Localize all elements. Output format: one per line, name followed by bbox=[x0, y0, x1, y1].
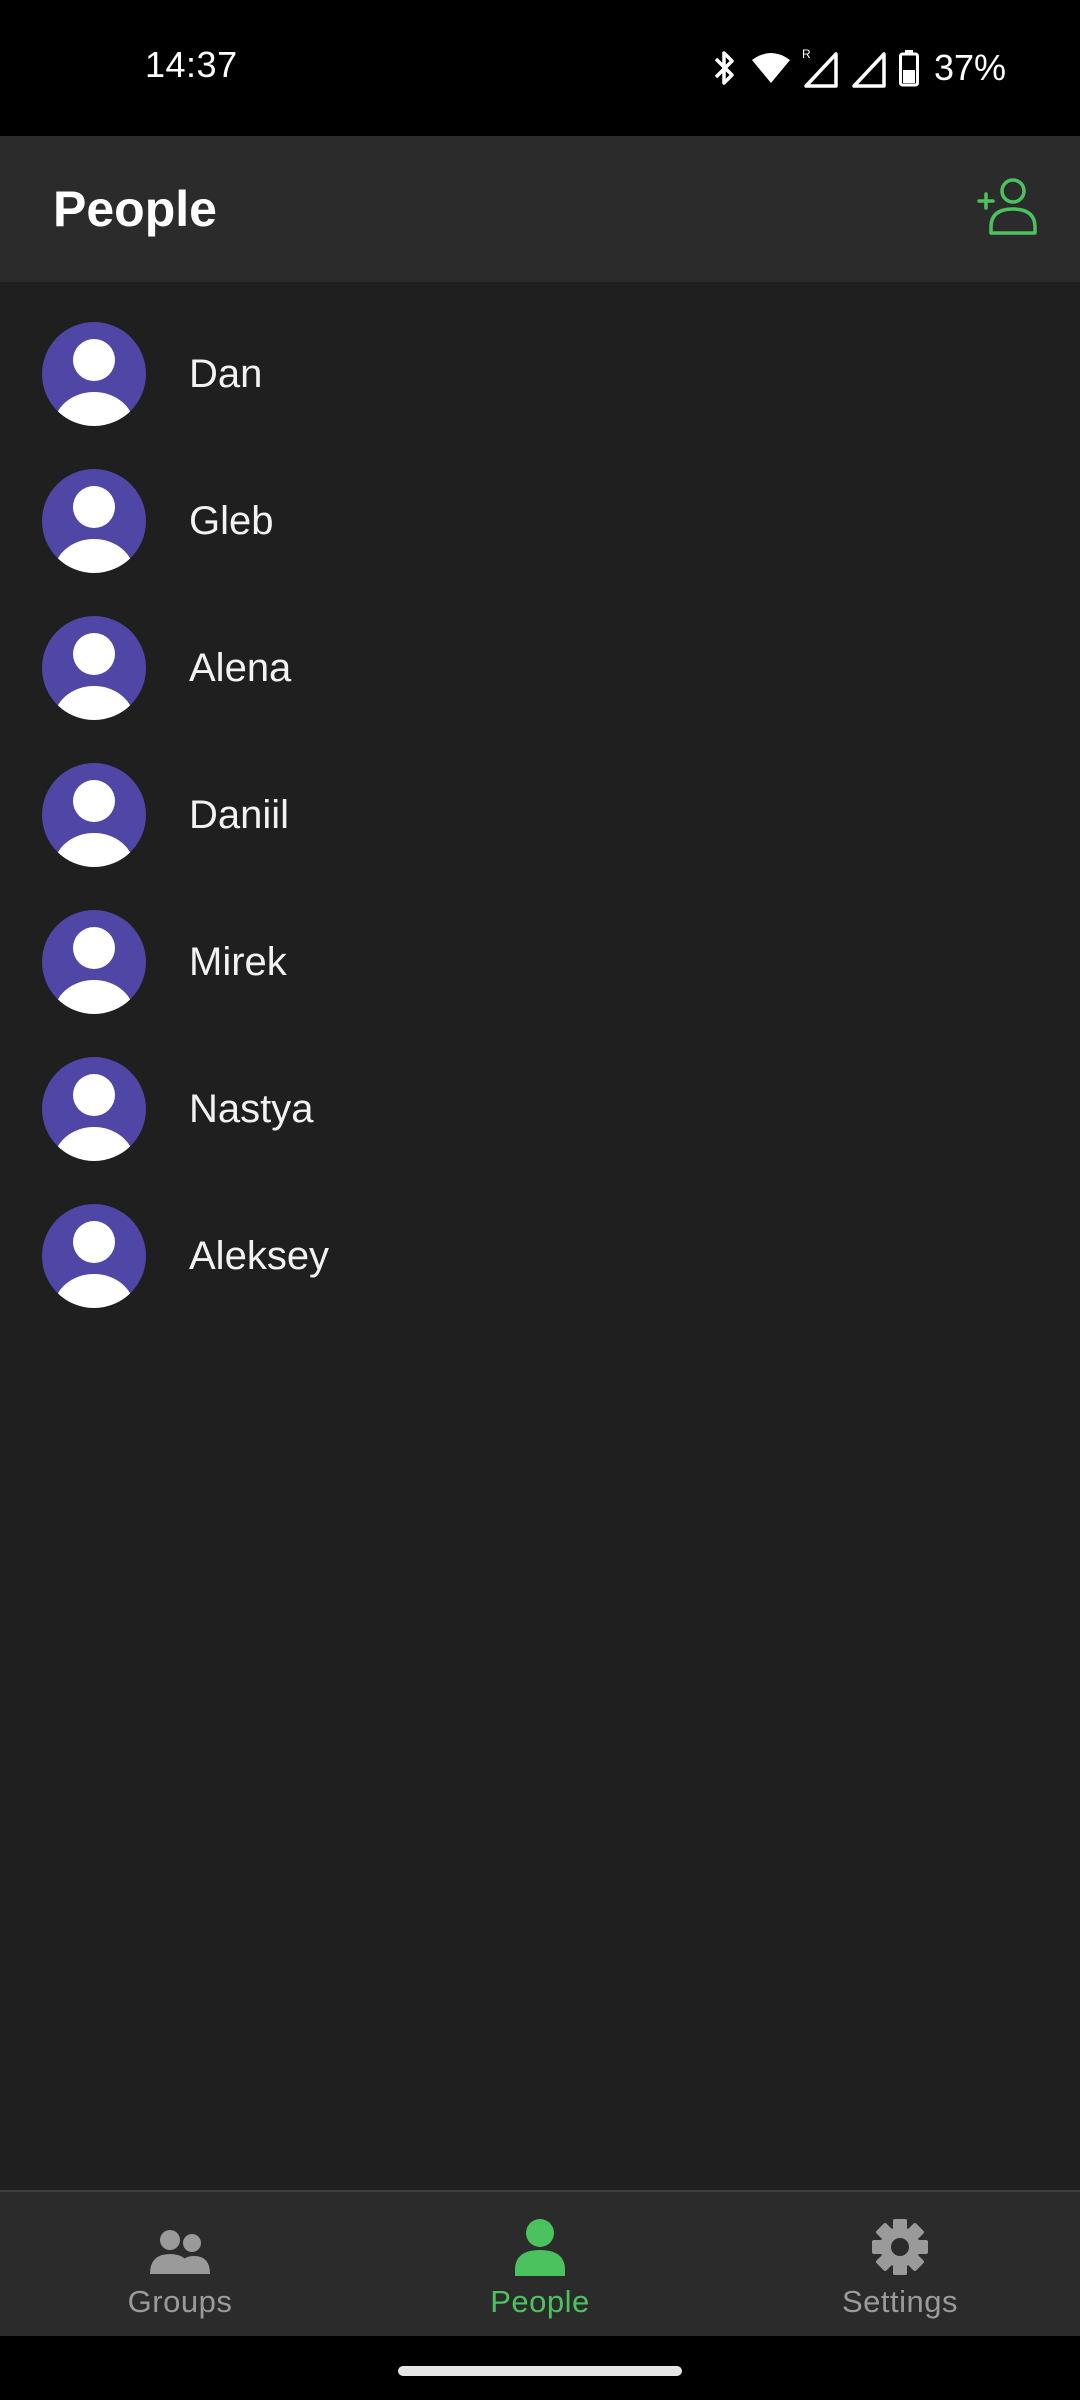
list-item-person[interactable]: Aleksey bbox=[0, 1182, 1080, 1328]
avatar-person-icon bbox=[42, 616, 146, 720]
list-item-person[interactable]: Mirek bbox=[0, 888, 1080, 1034]
gesture-area bbox=[0, 2336, 1080, 2400]
person-name: Nastya bbox=[189, 1087, 314, 1131]
people-list: Dan Gleb Alena Daniil Mirek Nastya Aleks… bbox=[0, 282, 1080, 2190]
battery-icon bbox=[898, 48, 920, 88]
nav-label-people: People bbox=[490, 2284, 590, 2319]
list-item-person[interactable]: Nastya bbox=[0, 1035, 1080, 1181]
signal-icon bbox=[852, 48, 888, 88]
add-person-button[interactable] bbox=[974, 174, 1044, 244]
avatar bbox=[42, 910, 146, 1014]
gesture-handle[interactable] bbox=[398, 2366, 682, 2376]
person-icon bbox=[513, 2218, 567, 2276]
nav-item-settings[interactable]: Settings bbox=[720, 2192, 1080, 2336]
status-time: 14:37 bbox=[145, 44, 238, 85]
avatar-person-icon bbox=[42, 1204, 146, 1308]
avatar-person-icon bbox=[42, 910, 146, 1014]
status-bar: 14:37 R 37% bbox=[0, 0, 1080, 136]
person-name: Alena bbox=[189, 646, 292, 690]
list-item-person[interactable]: Alena bbox=[0, 594, 1080, 740]
list-item-person[interactable]: Daniil bbox=[0, 741, 1080, 887]
avatar bbox=[42, 469, 146, 573]
bottom-navigation: Groups People Settings bbox=[0, 2190, 1080, 2336]
page-title: People bbox=[53, 181, 217, 237]
nav-label-settings: Settings bbox=[841, 2284, 958, 2319]
avatar bbox=[42, 322, 146, 426]
signal-roaming-icon: R bbox=[802, 48, 842, 88]
bluetooth-icon bbox=[710, 48, 740, 88]
wifi-icon bbox=[750, 50, 792, 86]
person-name: Gleb bbox=[189, 499, 274, 543]
status-icons: R 37% bbox=[710, 42, 1006, 94]
nav-item-people[interactable]: People bbox=[360, 2192, 720, 2336]
avatar bbox=[42, 1204, 146, 1308]
person-name: Mirek bbox=[189, 940, 287, 984]
avatar bbox=[42, 1057, 146, 1161]
groups-icon bbox=[148, 2218, 212, 2276]
svg-text:R: R bbox=[802, 48, 811, 61]
list-item-person[interactable]: Dan bbox=[0, 300, 1080, 446]
avatar bbox=[42, 763, 146, 867]
avatar-person-icon bbox=[42, 469, 146, 573]
avatar-person-icon bbox=[42, 1057, 146, 1161]
avatar-person-icon bbox=[42, 763, 146, 867]
app-bar: People bbox=[0, 136, 1080, 282]
nav-item-groups[interactable]: Groups bbox=[0, 2192, 360, 2336]
gear-icon bbox=[871, 2218, 929, 2276]
battery-percentage: 37% bbox=[933, 47, 1006, 88]
nav-label-groups: Groups bbox=[127, 2284, 233, 2319]
list-item-person[interactable]: Gleb bbox=[0, 447, 1080, 593]
avatar-person-icon bbox=[42, 322, 146, 426]
person-name: Aleksey bbox=[189, 1234, 330, 1278]
avatar bbox=[42, 616, 146, 720]
add-person-icon bbox=[977, 177, 1041, 242]
person-name: Dan bbox=[189, 352, 263, 396]
person-name: Daniil bbox=[189, 793, 290, 837]
